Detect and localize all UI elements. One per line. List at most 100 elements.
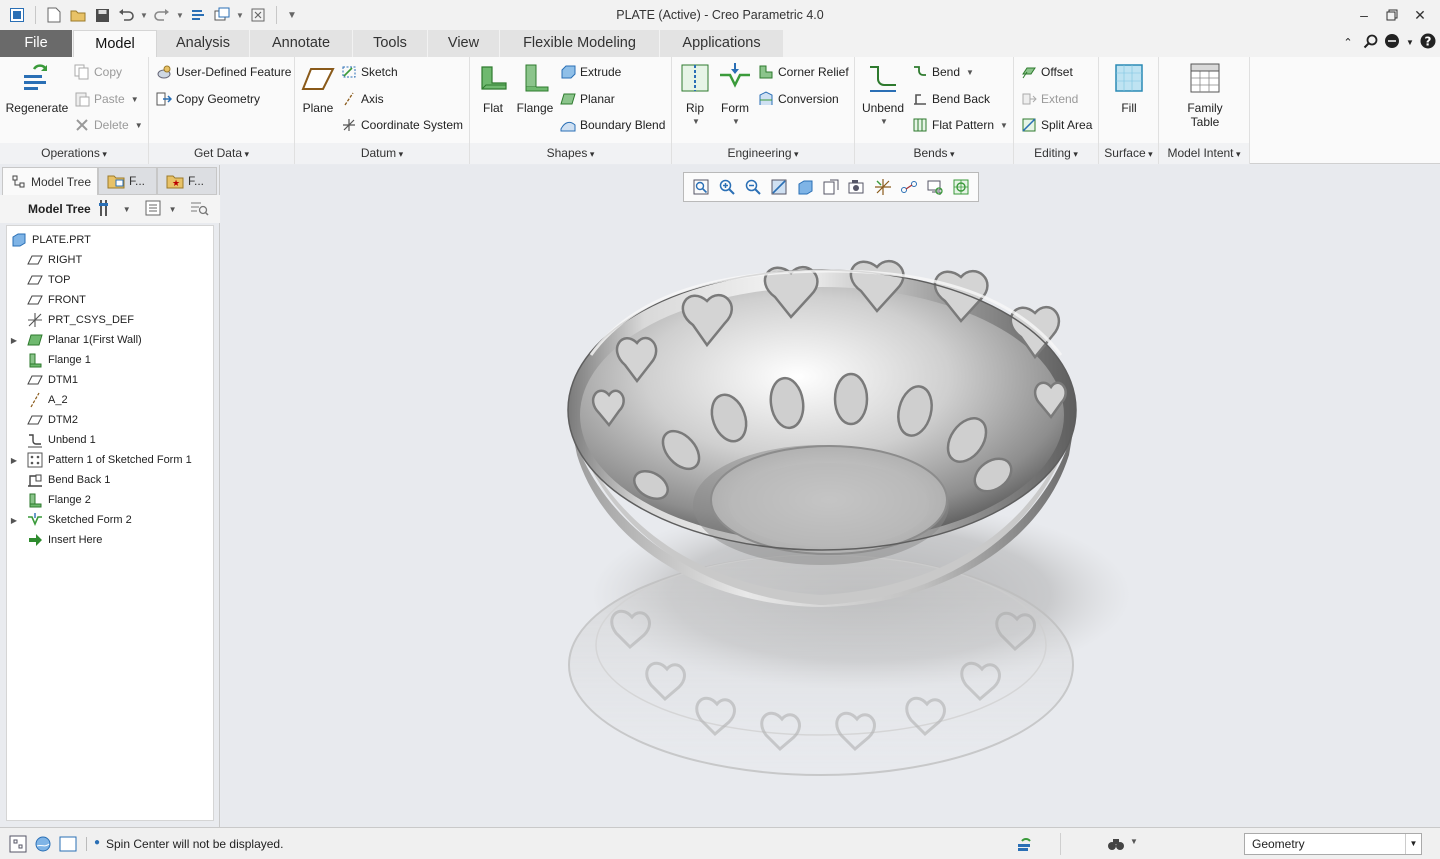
tab-folder-browser[interactable]: F... bbox=[98, 167, 157, 195]
tab-tools[interactable]: Tools bbox=[353, 30, 428, 57]
tree-item[interactable]: Unbend 1 bbox=[7, 430, 213, 450]
save-icon[interactable] bbox=[91, 4, 113, 26]
shapes-group-label[interactable]: Shapes bbox=[470, 143, 671, 164]
surface-group-label[interactable]: Surface bbox=[1099, 143, 1158, 164]
bend-dropdown-icon[interactable]: ▼ bbox=[966, 68, 974, 77]
form-button[interactable]: Form ▼ bbox=[717, 61, 753, 129]
tree-item[interactable]: DTM1 bbox=[7, 370, 213, 390]
expand-arrow-icon[interactable]: ▶ bbox=[7, 336, 21, 345]
tree-item[interactable]: RIGHT bbox=[7, 250, 213, 270]
corner-relief-button[interactable]: Corner Relief bbox=[758, 62, 849, 82]
rip-button[interactable]: Rip ▼ bbox=[677, 61, 713, 129]
community-dropdown-icon[interactable]: ▼ bbox=[1406, 38, 1414, 47]
planar-button[interactable]: Planar bbox=[560, 89, 615, 109]
search-icon[interactable] bbox=[1362, 34, 1378, 52]
flat-button[interactable]: Flat bbox=[476, 61, 510, 115]
editing-group-label[interactable]: Editing bbox=[1014, 143, 1098, 164]
regenerate-qat-icon[interactable] bbox=[187, 4, 209, 26]
toggle-browser-icon[interactable] bbox=[33, 835, 53, 853]
unbend-dropdown-icon[interactable]: ▼ bbox=[880, 115, 888, 129]
form-dropdown-icon[interactable]: ▼ bbox=[732, 115, 740, 129]
toggle-fullscreen-icon[interactable] bbox=[58, 835, 78, 853]
tree-settings-icon[interactable] bbox=[97, 198, 115, 221]
regenerate-status-icon[interactable] bbox=[1015, 835, 1035, 853]
split-area-button[interactable]: Split Area bbox=[1021, 115, 1092, 135]
selection-filter[interactable]: Geometry ▼ bbox=[1244, 833, 1422, 855]
tree-item[interactable]: A_2 bbox=[7, 390, 213, 410]
collapse-ribbon-icon[interactable]: ⌃ bbox=[1340, 36, 1356, 49]
fill-button[interactable]: Fill bbox=[1111, 61, 1147, 115]
windows-icon[interactable] bbox=[211, 4, 233, 26]
new-file-icon[interactable] bbox=[43, 4, 65, 26]
tree-item[interactable]: ▶ Sketched Form 2 bbox=[7, 510, 213, 530]
axis-button[interactable]: Axis bbox=[341, 89, 384, 109]
close-window-icon[interactable] bbox=[247, 4, 269, 26]
sketch-button[interactable]: Sketch bbox=[341, 62, 398, 82]
boundary-blend-button[interactable]: Boundary Blend bbox=[560, 115, 665, 135]
selection-filter-dropdown-icon[interactable]: ▼ bbox=[1405, 834, 1421, 854]
tab-analysis[interactable]: Analysis bbox=[157, 30, 250, 57]
tab-file[interactable]: File bbox=[0, 30, 73, 57]
tab-view[interactable]: View bbox=[428, 30, 500, 57]
flat-pattern-dropdown-icon[interactable]: ▼ bbox=[1000, 121, 1008, 130]
user-defined-feature-button[interactable]: User-Defined Feature bbox=[156, 62, 291, 82]
tab-annotate[interactable]: Annotate bbox=[250, 30, 353, 57]
show-dropdown-icon[interactable]: ▼ bbox=[169, 205, 177, 214]
coordinate-system-button[interactable]: Coordinate System bbox=[341, 115, 463, 135]
plane-button[interactable]: Plane bbox=[300, 61, 336, 115]
windows-dropdown-icon[interactable]: ▼ bbox=[235, 11, 245, 20]
conversion-button[interactable]: Conversion bbox=[758, 89, 839, 109]
tab-flexible-modeling[interactable]: Flexible Modeling bbox=[500, 30, 660, 57]
expand-arrow-icon[interactable]: ▶ bbox=[7, 516, 21, 525]
regenerate-button[interactable]: Regenerate bbox=[4, 61, 70, 115]
undo-dropdown-icon[interactable]: ▼ bbox=[139, 11, 149, 20]
graphics-window[interactable] bbox=[221, 165, 1440, 827]
tab-model-tree[interactable]: Model Tree bbox=[2, 167, 98, 195]
restore-icon[interactable] bbox=[1378, 4, 1406, 26]
datum-group-label[interactable]: Datum bbox=[295, 143, 469, 164]
family-table-button[interactable]: Family Table bbox=[1181, 61, 1229, 129]
get-data-group-label[interactable]: Get Data bbox=[149, 143, 294, 164]
model-intent-group-label[interactable]: Model Intent bbox=[1159, 143, 1249, 164]
open-folder-icon[interactable] bbox=[67, 4, 89, 26]
paste-dropdown-icon[interactable]: ▼ bbox=[131, 95, 139, 104]
tree-item[interactable]: Insert Here bbox=[7, 530, 213, 550]
copy-button[interactable]: Copy bbox=[74, 62, 122, 82]
tab-favorites[interactable]: ★ F... bbox=[157, 167, 217, 195]
engineering-group-label[interactable]: Engineering bbox=[672, 143, 854, 164]
tree-item[interactable]: ▶ Pattern 1 of Sketched Form 1 bbox=[7, 450, 213, 470]
extend-button[interactable]: Extend bbox=[1021, 89, 1078, 109]
tree-item[interactable]: TOP bbox=[7, 270, 213, 290]
bowl-model[interactable] bbox=[221, 165, 1440, 827]
minimize-icon[interactable]: – bbox=[1350, 4, 1378, 26]
customize-qat-icon[interactable]: ▼ bbox=[284, 10, 300, 21]
paste-button[interactable]: Paste ▼ bbox=[74, 89, 139, 109]
tree-item[interactable]: FRONT bbox=[7, 290, 213, 310]
help-icon[interactable]: ? bbox=[1420, 33, 1436, 52]
copy-geometry-button[interactable]: Copy Geometry bbox=[156, 89, 260, 109]
delete-button[interactable]: Delete ▼ bbox=[74, 115, 143, 135]
redo-icon[interactable] bbox=[151, 4, 173, 26]
offset-button[interactable]: Offset bbox=[1021, 62, 1073, 82]
toggle-navigator-icon[interactable] bbox=[8, 835, 28, 853]
ptc-community-icon[interactable] bbox=[1384, 33, 1400, 52]
unbend-button[interactable]: Unbend ▼ bbox=[859, 61, 907, 129]
operations-group-label[interactable]: Operations bbox=[0, 143, 148, 164]
tree-item[interactable]: PRT_CSYS_DEF bbox=[7, 310, 213, 330]
tab-model[interactable]: Model bbox=[73, 30, 157, 57]
show-icon[interactable] bbox=[145, 200, 161, 219]
bends-group-label[interactable]: Bends bbox=[855, 143, 1013, 164]
tab-applications[interactable]: Applications bbox=[660, 30, 784, 57]
flat-pattern-button[interactable]: Flat Pattern ▼ bbox=[912, 115, 1008, 135]
expand-arrow-icon[interactable]: ▶ bbox=[7, 456, 21, 465]
bend-back-button[interactable]: Bend Back bbox=[912, 89, 990, 109]
tree-item[interactable]: Flange 2 bbox=[7, 490, 213, 510]
tree-item[interactable]: DTM2 bbox=[7, 410, 213, 430]
tree-filter-icon[interactable] bbox=[189, 199, 209, 220]
delete-dropdown-icon[interactable]: ▼ bbox=[135, 121, 143, 130]
flange-button[interactable]: Flange bbox=[516, 61, 554, 115]
tree-item[interactable]: PLATE.PRT bbox=[7, 230, 213, 250]
tree-item[interactable]: ▶ Planar 1(First Wall) bbox=[7, 330, 213, 350]
bend-button[interactable]: Bend ▼ bbox=[912, 62, 974, 82]
app-menu-icon[interactable] bbox=[6, 4, 28, 26]
